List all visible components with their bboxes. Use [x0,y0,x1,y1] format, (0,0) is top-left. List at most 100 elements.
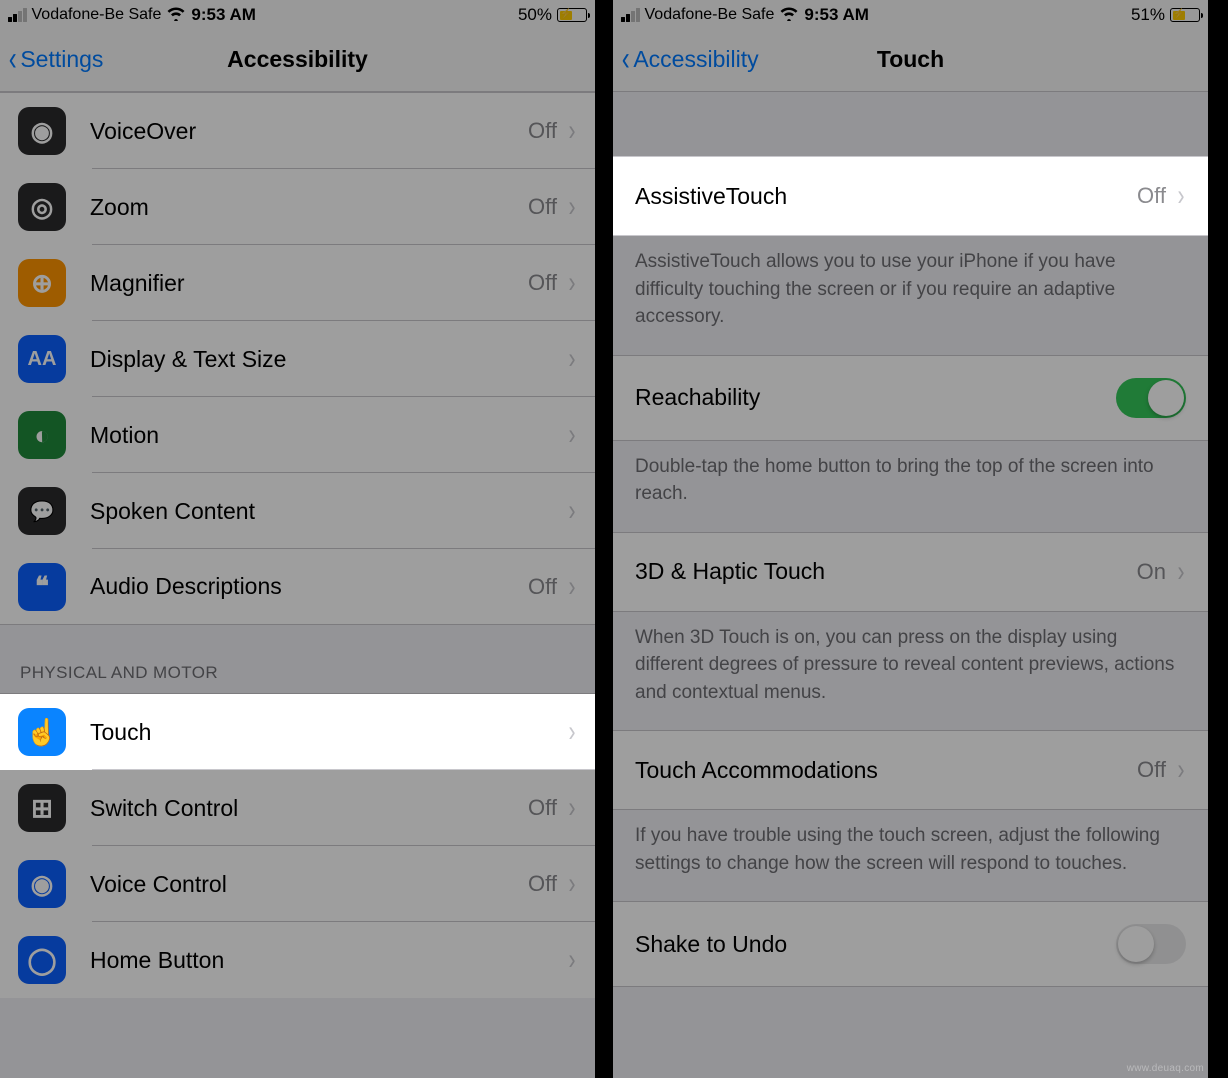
list-group-vision: ◉VoiceOverOff›◎ZoomOff›⊕MagnifierOff›AAD… [0,92,595,625]
row-value: Off [528,795,557,821]
row-value: Off [528,871,557,897]
list-row-touch[interactable]: ☝ Touch› [0,694,595,770]
list-row-reachability[interactable]: Reachability [613,355,1208,441]
touch-settings-list: AssistiveTouchOff›AssistiveTouch allows … [613,156,1208,987]
row-value: Off [528,574,557,600]
carrier-label: Vodafone-Be Safe [645,6,775,24]
battery-percent: 50% [518,5,552,25]
chevron-right-icon: › [569,494,576,528]
section-footer: Double-tap the home button to bring the … [613,441,1208,532]
chevron-right-icon: › [569,418,576,452]
row-label: Display & Text Size [90,346,567,373]
section-footer: AssistiveTouch allows you to use your iP… [613,236,1208,355]
list-row-display-text[interactable]: AADisplay & Text Size› [0,321,595,397]
voiceover-icon: ◉ [18,107,66,155]
chevron-left-icon: ‹ [622,51,630,68]
row-label: Audio Descriptions [90,573,528,600]
chevron-left-icon: ‹ [9,51,17,68]
motion-icon: ◐ [18,411,66,459]
chevron-right-icon: › [569,570,576,604]
list-row-audio-descriptions[interactable]: ❝ Audio DescriptionsOff › [0,549,595,625]
battery-fill [1173,11,1186,20]
carrier-label: Vodafone-Be Safe [32,6,162,24]
chevron-right-icon: › [1178,753,1185,787]
chevron-right-icon: › [1178,179,1185,213]
list-row-motion[interactable]: ◐ Motion› [0,397,595,473]
back-label: Accessibility [633,46,758,73]
row-label: Zoom [90,194,528,221]
chevron-right-icon: › [569,867,576,901]
list-row-voiceover[interactable]: ◉ VoiceOverOff › [0,93,595,169]
chevron-right-icon: › [569,114,576,148]
section-footer: If you have trouble using the touch scre… [613,810,1208,901]
section-footer: When 3D Touch is on, you can press on th… [613,612,1208,731]
row-label: Shake to Undo [635,931,1116,958]
audio-descriptions-icon: ❝ [18,563,66,611]
row-value: Off [528,194,557,220]
list-row-3d-haptic-touch[interactable]: 3D & Haptic TouchOn› [613,532,1208,612]
list-row-zoom[interactable]: ◎ ZoomOff › [0,169,595,245]
row-label: Touch [90,719,567,746]
list-group-physical: ☝Touch›⊞Switch ControlOff›◉Voice Control… [0,693,595,998]
row-value: Off [528,270,557,296]
battery-percent: 51% [1131,5,1165,25]
watermark: www.deuaq.com [1127,1063,1204,1074]
clock-time: 9:53 AM [191,5,256,25]
cellular-signal-icon [621,8,640,22]
chevron-right-icon: › [569,266,576,300]
touch-icon: ☝ [18,708,66,756]
chevron-right-icon: › [1178,555,1185,589]
back-button[interactable]: ‹ Accessibility [613,46,759,73]
battery-icon [1170,8,1200,22]
phone-right: Vodafone-Be Safe 9:53 AM 51% ‹ Accessibi… [613,0,1208,1078]
back-button[interactable]: ‹ Settings [0,46,103,73]
chevron-right-icon: › [569,943,576,977]
row-label: Motion [90,422,567,449]
voice-control-icon: ◉ [18,860,66,908]
chevron-right-icon: › [569,715,576,749]
row-value: Off [1137,183,1166,209]
chevron-right-icon: › [569,190,576,224]
zoom-icon: ◎ [18,183,66,231]
status-bar: Vodafone-Be Safe 9:53 AM 51% [613,0,1208,28]
row-label: Spoken Content [90,498,567,525]
battery-icon [557,8,587,22]
list-row-home-button[interactable]: ◯ Home Button› [0,922,595,998]
phone-left: Vodafone-Be Safe 9:53 AM 50% ‹ Settings … [0,0,595,1078]
list-row-touch-accommodations[interactable]: Touch AccommodationsOff › [613,730,1208,810]
row-value: Off [528,118,557,144]
page-title: Touch [877,46,944,73]
list-row-magnifier[interactable]: ⊕MagnifierOff› [0,245,595,321]
row-label: AssistiveTouch [635,183,1137,210]
switch-control-icon: ⊞ [18,784,66,832]
nav-bar: ‹ Settings Accessibility [0,28,595,92]
row-label: Reachability [635,384,1116,411]
chevron-right-icon: › [569,791,576,825]
status-bar: Vodafone-Be Safe 9:53 AM 50% [0,0,595,28]
toggle-reachability[interactable] [1116,378,1186,418]
nav-bar: ‹ Accessibility Touch [613,28,1208,92]
display-text-icon: AA [18,335,66,383]
page-title: Accessibility [227,46,368,73]
row-label: Switch Control [90,795,528,822]
row-value: Off [1137,757,1166,783]
list-row-assistivetouch[interactable]: AssistiveTouchOff › [613,156,1208,236]
row-label: Home Button [90,947,567,974]
list-row-shake-to-undo[interactable]: Shake to Undo [613,901,1208,987]
spoken-content-icon: 💬 [18,487,66,535]
row-label: Touch Accommodations [635,757,1137,784]
back-label: Settings [20,46,103,73]
list-row-voice-control[interactable]: ◉ Voice ControlOff › [0,846,595,922]
clock-time: 9:53 AM [804,5,869,25]
home-button-icon: ◯ [18,936,66,984]
spacer [613,92,1208,156]
cellular-signal-icon [8,8,27,22]
row-label: VoiceOver [90,118,528,145]
list-row-spoken-content[interactable]: 💬 Spoken Content› [0,473,595,549]
toggle-shake-to-undo[interactable] [1116,924,1186,964]
wifi-icon [779,6,799,24]
wifi-icon [166,6,186,24]
row-label: 3D & Haptic Touch [635,558,1137,585]
row-label: Voice Control [90,871,528,898]
list-row-switch-control[interactable]: ⊞ Switch ControlOff › [0,770,595,846]
